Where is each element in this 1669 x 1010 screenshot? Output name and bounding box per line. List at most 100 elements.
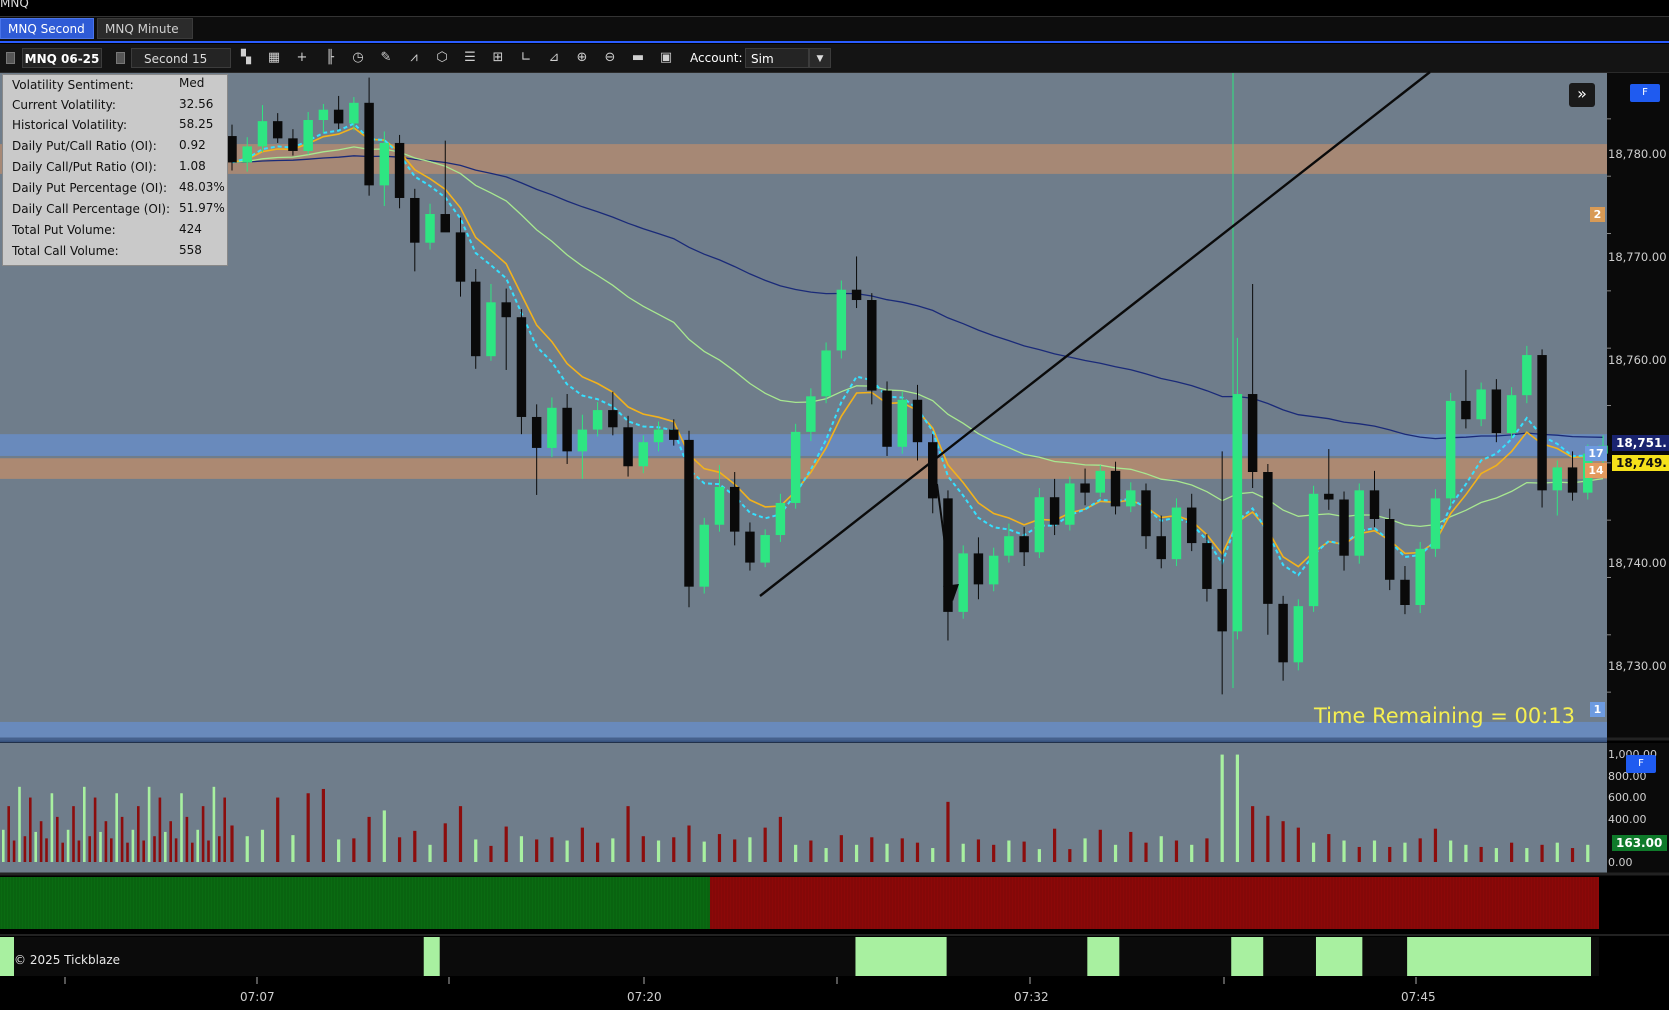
candle <box>1019 536 1029 553</box>
candle <box>1400 579 1410 605</box>
info-label-call-percentage: Daily Call Percentage (OI): <box>12 202 171 216</box>
candle <box>1110 470 1121 507</box>
price-tick-label: 18,760.00 <box>1608 353 1667 367</box>
blue-zone <box>0 434 1607 456</box>
volume-bar <box>870 837 874 862</box>
candle <box>714 486 725 525</box>
candle <box>745 531 755 563</box>
volume-bar <box>126 842 129 862</box>
volume-bar <box>1113 844 1118 862</box>
volume-bar <box>142 840 145 862</box>
volume-bar <box>1464 844 1468 862</box>
volume-bar <box>672 837 676 862</box>
time-axis-label: 07:07 <box>240 990 275 1004</box>
volume-bar <box>120 816 124 862</box>
volume-bar <box>180 793 183 862</box>
volume-bar <box>83 786 86 862</box>
candle <box>364 102 374 186</box>
volume-bar <box>1311 842 1316 862</box>
volume-bar <box>1205 838 1209 862</box>
volume-bar <box>1479 846 1483 862</box>
info-value-total-put-volume: 424 <box>179 222 202 236</box>
candle <box>1293 606 1304 663</box>
candle <box>1202 543 1212 589</box>
candle <box>349 102 359 124</box>
info-label-put-call-ratio: Daily Put/Call Ratio (OI): <box>12 139 157 153</box>
volume-f-button[interactable]: F <box>1626 755 1656 773</box>
candle <box>272 121 283 139</box>
candle <box>608 410 618 428</box>
candle <box>1232 394 1243 632</box>
price-tick-label: 18,730.00 <box>1608 659 1667 673</box>
volume-bar <box>88 836 91 862</box>
candle <box>318 109 329 121</box>
volume-panel-bg <box>0 743 1607 873</box>
volume-bar <box>1251 806 1255 862</box>
candle <box>821 350 831 397</box>
candle <box>531 416 542 448</box>
orange-zone <box>0 458 1607 479</box>
volume-bar <box>1007 840 1011 862</box>
volume-bar <box>611 838 615 862</box>
info-label-total-put-volume: Total Put Volume: <box>12 223 116 237</box>
candle <box>1247 394 1258 472</box>
candle <box>1278 603 1288 663</box>
candle <box>577 429 588 452</box>
candle <box>1080 483 1090 493</box>
volume-bar <box>931 848 935 862</box>
candle <box>867 300 877 391</box>
volume-bar <box>565 840 569 862</box>
volume-bar <box>1022 841 1026 862</box>
volume-bar <box>169 821 172 862</box>
volume-bar <box>382 810 386 862</box>
candle <box>653 429 664 443</box>
time-remaining-label: Time Remaining = 00:13 <box>1314 704 1576 728</box>
volume-bar <box>158 797 162 862</box>
signal-segment <box>1407 937 1592 976</box>
volume-bar <box>535 839 539 862</box>
volume-bar <box>748 837 752 862</box>
candle <box>1141 490 1151 537</box>
volume-bar <box>519 836 524 862</box>
volume-bar <box>626 806 630 862</box>
candle <box>455 232 466 282</box>
candle <box>806 396 816 432</box>
volume-bar <box>147 786 151 862</box>
volume-bar <box>656 840 661 862</box>
info-value-volatility-sentiment: Med <box>179 76 205 90</box>
price-chart[interactable] <box>0 0 1669 1010</box>
candle <box>1065 483 1075 525</box>
candle <box>729 486 740 532</box>
signal-segment <box>0 937 14 976</box>
copyright-text: © 2025 Tickblaze <box>14 953 120 967</box>
candle <box>257 121 268 147</box>
volume-bar <box>580 827 584 862</box>
volume-bar <box>45 838 48 862</box>
info-label-current-volatility: Current Volatility: <box>12 98 116 112</box>
candle <box>1445 400 1456 499</box>
candle <box>669 429 679 440</box>
info-label-call-put-ratio: Daily Call/Put Ratio (OI): <box>12 160 157 174</box>
volume-bar <box>56 816 59 862</box>
volume-bar <box>77 840 81 862</box>
volume-bar <box>201 806 205 862</box>
volume-bar <box>291 835 295 862</box>
price-tick-label: 18,780.00 <box>1608 147 1667 161</box>
volume-current-tag: 163.00 <box>1612 835 1667 851</box>
expand-panel-icon[interactable]: » <box>1569 83 1595 107</box>
price-f-button[interactable]: F <box>1630 84 1660 102</box>
candle <box>638 442 649 467</box>
volume-bar <box>260 829 265 862</box>
volume-bar <box>809 840 813 862</box>
volume-bar <box>1144 842 1148 862</box>
candle <box>1552 467 1563 491</box>
candle <box>425 214 435 243</box>
candle <box>928 442 938 499</box>
volume-bar <box>218 836 221 862</box>
volume-bar <box>1510 842 1514 862</box>
time-axis-label: 07:32 <box>1014 990 1049 1004</box>
info-value-put-call-ratio: 0.92 <box>179 138 206 152</box>
signal-segment <box>855 937 947 976</box>
candle <box>1156 536 1166 560</box>
volume-bar <box>191 842 194 862</box>
